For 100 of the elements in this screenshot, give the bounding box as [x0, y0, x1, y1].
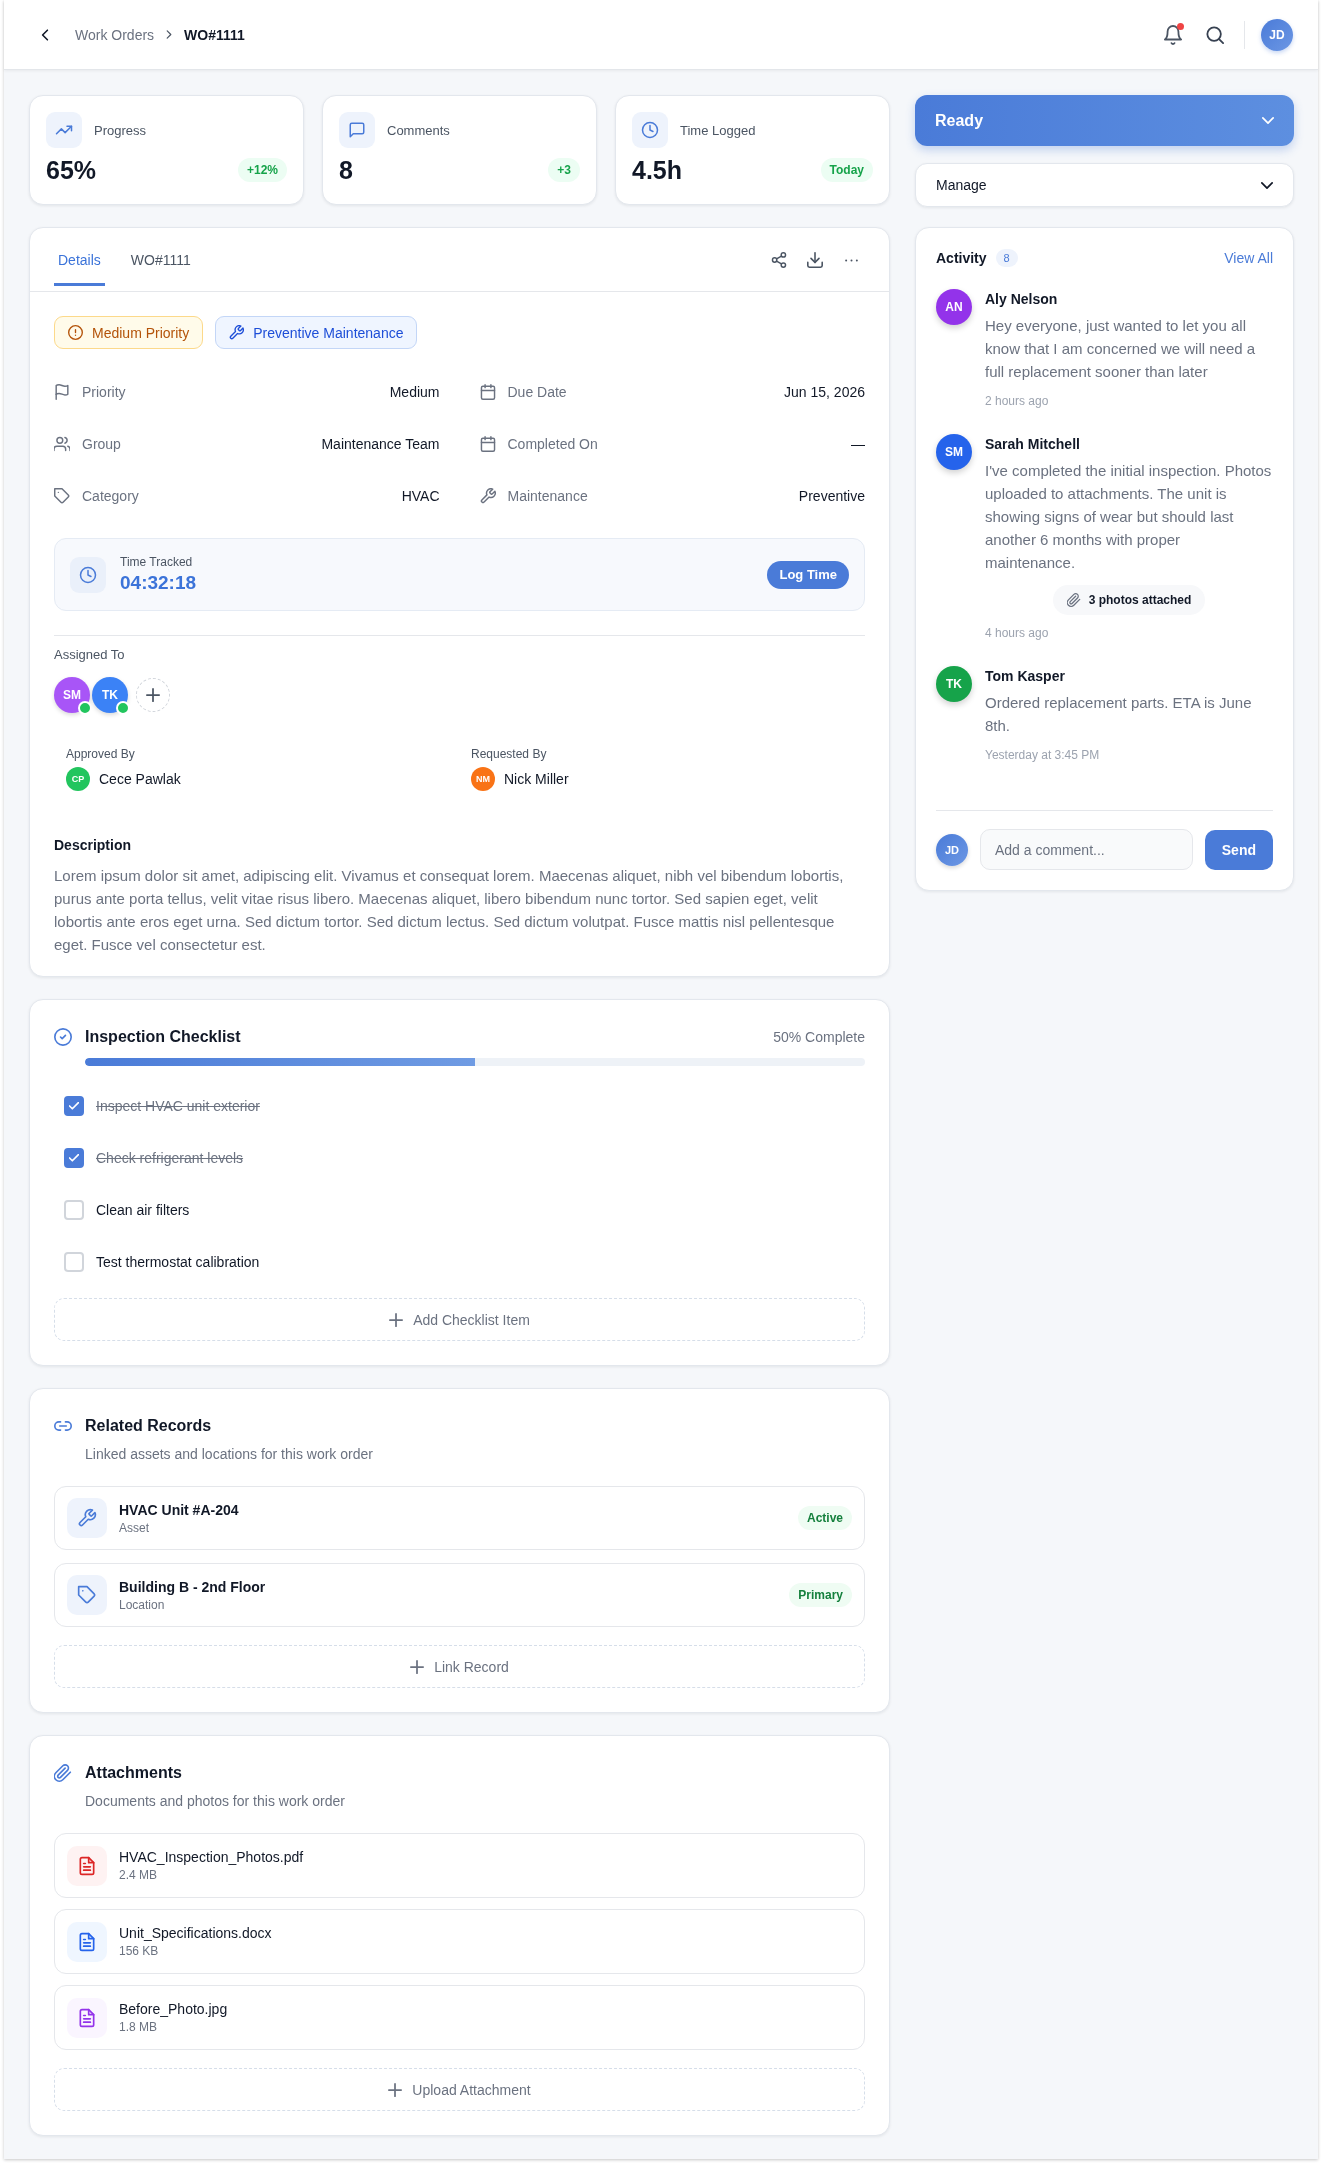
comment-input[interactable]: Add a comment...	[980, 829, 1193, 870]
checklist-item-label: Test thermostat calibration	[96, 1254, 260, 1270]
record-type: Location	[119, 1597, 166, 1612]
attachments-subtitle: Documents and photos for this work order	[85, 1793, 346, 1809]
comment-time: 4 hours ago	[985, 626, 1050, 640]
field-label: Priority	[82, 384, 126, 400]
file-name: Unit_Specifications.docx	[119, 1925, 272, 1941]
assignee-avatar[interactable]: TK	[92, 677, 128, 713]
checkmark-icon	[69, 1154, 79, 1162]
checkbox[interactable]	[64, 1148, 84, 1168]
upload-attachment-button[interactable]: Upload Attachment	[54, 2068, 865, 2111]
comment-text: I've completed the initial inspection. Photos uploaded to attachments. The unit is showing signs of wear but should last another 6 months with proper maintenance.	[985, 461, 1273, 573]
description-text: Lorem ipsum dolor sit amet, adipiscing elit. Vivamus et consequat lorem. Maecenas aliquet, nibh vel bibendum lobortis, purus ante porta tellus, velit vitae risus libero. Maecenas aliquet, libero bibendum nunc tortor. Sed sapien eget, velit lobortis ante eros eget urna. Sed dictum tortor. Sed dictum lectus. Sed dictum volutpat. Fusce mattis nisl pellentesque eget. Fusce vel consectetur est.	[54, 866, 845, 955]
record-row[interactable]: HVAC Unit #A-204 Asset Active	[54, 1486, 865, 1550]
comment-time: Yesterday at 3:45 PM	[985, 748, 1101, 762]
log-time-button[interactable]: Log Time	[767, 560, 849, 589]
field-label: Due Date	[507, 384, 567, 400]
field-value: Preventive	[798, 488, 865, 504]
send-button[interactable]: Send	[1204, 829, 1273, 870]
description-title: Description	[54, 837, 132, 853]
commenter-avatar: SM	[936, 434, 972, 470]
field-label: Group	[82, 436, 121, 452]
document-icon	[67, 1997, 107, 2038]
tab[interactable]: WO#1111	[126, 228, 195, 286]
file-row[interactable]: Unit_Specifications.docx 156 KB	[54, 1909, 865, 1974]
field-value: HVAC	[401, 488, 440, 504]
tab[interactable]: Details	[54, 228, 105, 286]
calendar-icon	[479, 384, 496, 400]
comment-text: Ordered replacement parts. ETA is June 8th.	[985, 693, 1253, 736]
user-avatar[interactable]: JD	[1261, 18, 1293, 51]
commenter-name: Aly Nelson	[985, 290, 1059, 309]
wrench-icon	[229, 325, 245, 340]
clock-icon	[632, 112, 668, 148]
download-icon	[807, 252, 823, 268]
chevron-down-icon	[1262, 117, 1274, 124]
file-name: HVAC_Inspection_Photos.pdf	[119, 1849, 304, 1865]
bell-icon	[1164, 24, 1182, 45]
stat-change-badge: Today	[820, 158, 873, 182]
file-name: Before_Photo.jpg	[119, 2001, 228, 2017]
trend-up-icon	[46, 112, 82, 148]
activity-count-badge: 8	[995, 249, 1018, 267]
field-label: Completed On	[507, 436, 598, 452]
file-row[interactable]: Before_Photo.jpg 1.8 MB	[54, 1985, 865, 2050]
clock-icon	[70, 556, 106, 593]
file-size: 156 KB	[119, 1944, 160, 1958]
plus-icon	[410, 1659, 425, 1674]
priority-tag: Medium Priority	[54, 316, 204, 349]
chevron-right-icon	[166, 29, 173, 40]
stat-change-badge: +3	[548, 158, 580, 182]
commenter-name: Sarah Mitchell	[985, 435, 1081, 454]
assignee-avatar[interactable]: SM	[54, 677, 90, 713]
checklist-item-label: Clean air filters	[96, 1202, 190, 1218]
assigned-to-label: Assigned To	[54, 647, 126, 662]
checklist-item-label: Check refrigerant levels	[96, 1150, 244, 1166]
add-checklist-item-button[interactable]: Add Checklist Item	[54, 1298, 865, 1341]
progress-label: 50% Complete	[773, 1029, 865, 1045]
file-size: 2.4 MB	[119, 1868, 158, 1882]
people-icon	[54, 436, 70, 452]
breadcrumb-link[interactable]: WO#1111	[184, 26, 245, 43]
field-label: Maintenance	[507, 488, 588, 504]
person-name: Cece Pawlak	[99, 771, 181, 787]
breadcrumb-link[interactable]: Work Orders	[75, 26, 155, 43]
record-name: Building B - 2nd Floor	[119, 1578, 266, 1595]
status-dropdown[interactable]: Ready	[915, 95, 1294, 146]
stat-label: Time Logged	[680, 122, 756, 138]
stat-value: 8	[339, 155, 353, 185]
view-all-link[interactable]: View All	[1224, 250, 1273, 266]
share-icon	[771, 252, 787, 268]
field-label: Category	[82, 488, 139, 504]
paperclip-icon	[54, 1764, 72, 1782]
wrench-icon	[67, 1498, 107, 1538]
related-records-title: Related Records	[85, 1417, 212, 1435]
chevron-down-icon	[1261, 181, 1273, 189]
search-icon	[1206, 25, 1224, 44]
comment-time: 2 hours ago	[985, 394, 1050, 408]
attachments-title: Attachments	[85, 1764, 182, 1782]
stat-label: Comments	[387, 122, 450, 138]
time-tracked-label: Time Tracked	[120, 555, 194, 569]
time-tracked-value: 04:32:18	[120, 572, 197, 594]
stat-value: 4.5h	[632, 155, 683, 185]
record-type: Asset	[119, 1520, 150, 1535]
person-avatar: NM	[471, 767, 495, 791]
commenter-name: Tom Kasper	[985, 667, 1066, 686]
checkbox[interactable]	[64, 1096, 84, 1116]
record-name: HVAC Unit #A-204	[119, 1501, 239, 1518]
manage-dropdown[interactable]: Manage	[915, 163, 1294, 207]
activity-title: Activity	[936, 250, 987, 266]
stat-change-badge: +12%	[237, 158, 287, 182]
record-status-badge: Primary	[789, 1583, 852, 1607]
checklist-item-label: Inspect HVAC unit exterior	[96, 1098, 260, 1114]
record-row[interactable]: Building B - 2nd Floor Location Primary	[54, 1563, 865, 1627]
file-row[interactable]: HVAC_Inspection_Photos.pdf 2.4 MB	[54, 1833, 865, 1898]
field-value: Jun 15, 2026	[784, 384, 865, 400]
calendar-icon	[479, 436, 496, 452]
chevron-left-icon	[41, 27, 49, 42]
stat-value: 65%	[46, 155, 97, 185]
attachment-chip[interactable]: 3 photos attached	[1052, 585, 1206, 615]
link-record-button[interactable]: Link Record	[54, 1645, 865, 1688]
commenter-avatar: AN	[936, 289, 972, 325]
search-button[interactable]	[1206, 25, 1224, 44]
